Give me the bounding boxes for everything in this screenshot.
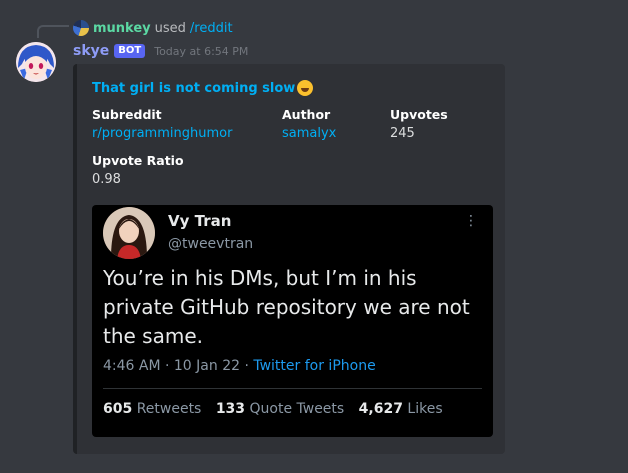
field-subreddit-name: Subreddit (92, 107, 162, 122)
tweet-meta: 4:46 AM · 10 Jan 22 · Twitter for iPhone (103, 358, 376, 374)
field-upvotes: Upvotes 245 (390, 107, 448, 141)
retweets-label: Retweets (136, 401, 202, 417)
message-author[interactable]: skye (73, 43, 109, 59)
field-author-value[interactable]: samalyx (282, 126, 336, 141)
tweet-stats: 605 Retweets 133 Quote Tweets 4,627 Like… (103, 401, 443, 417)
field-upvotes-value: 245 (390, 126, 415, 141)
tweet-avatar (103, 207, 155, 259)
field-author: Author samalyx (282, 107, 336, 141)
bot-badge: BOT (114, 44, 146, 58)
tweet-source: Twitter for iPhone (253, 358, 376, 374)
embed-title[interactable]: That girl is not coming slow (92, 80, 314, 96)
tweet-text: You’re in his DMs, but I’m in his privat… (103, 266, 470, 348)
more-options-icon: ⋮ (464, 213, 478, 229)
embed-title-text[interactable]: That girl is not coming slow (92, 81, 295, 96)
likes-label: Likes (407, 401, 443, 417)
message-header: skye BOT Today at 6:54 PM (73, 41, 248, 61)
field-upvotes-name: Upvotes (390, 107, 448, 122)
field-subreddit: Subreddit r/programminghumor (92, 107, 232, 141)
message-timestamp[interactable]: Today at 6:54 PM (154, 45, 248, 58)
field-author-name: Author (282, 107, 331, 122)
field-ratio-name: Upvote Ratio (92, 153, 184, 168)
reply-context: munkey used /reddit (73, 19, 233, 37)
tweet-handle: @tweevtran (168, 236, 254, 252)
avatar[interactable] (16, 42, 56, 82)
quote-tweets-count: 133 (215, 401, 246, 417)
slash-command-link[interactable]: /reddit (190, 21, 233, 36)
field-subreddit-value[interactable]: r/programminghumor (92, 126, 232, 141)
quote-tweets-label: Quote Tweets (249, 401, 345, 417)
field-ratio-value: 0.98 (92, 172, 121, 187)
tweet-author-name: Vy Tran (168, 212, 232, 230)
reply-verb: used (154, 20, 186, 36)
field-upvote-ratio: Upvote Ratio 0.98 (92, 153, 184, 187)
retweets-count: 605 (103, 401, 133, 417)
likes-count: 4,627 (358, 401, 403, 417)
laughing-emoji-icon (297, 80, 314, 96)
tweet-time: 4:46 AM · 10 Jan 22 · (103, 358, 254, 374)
reply-spine (37, 25, 69, 38)
reddit-embed: That girl is not coming slow Subreddit r… (73, 64, 505, 454)
replied-username[interactable]: munkey (93, 21, 151, 36)
replied-user-avatar[interactable] (73, 20, 89, 36)
embed-image-tweet[interactable]: Vy Tran @tweevtran ⋮ You’re in his DMs, … (92, 205, 493, 437)
tweet-divider (103, 388, 482, 389)
